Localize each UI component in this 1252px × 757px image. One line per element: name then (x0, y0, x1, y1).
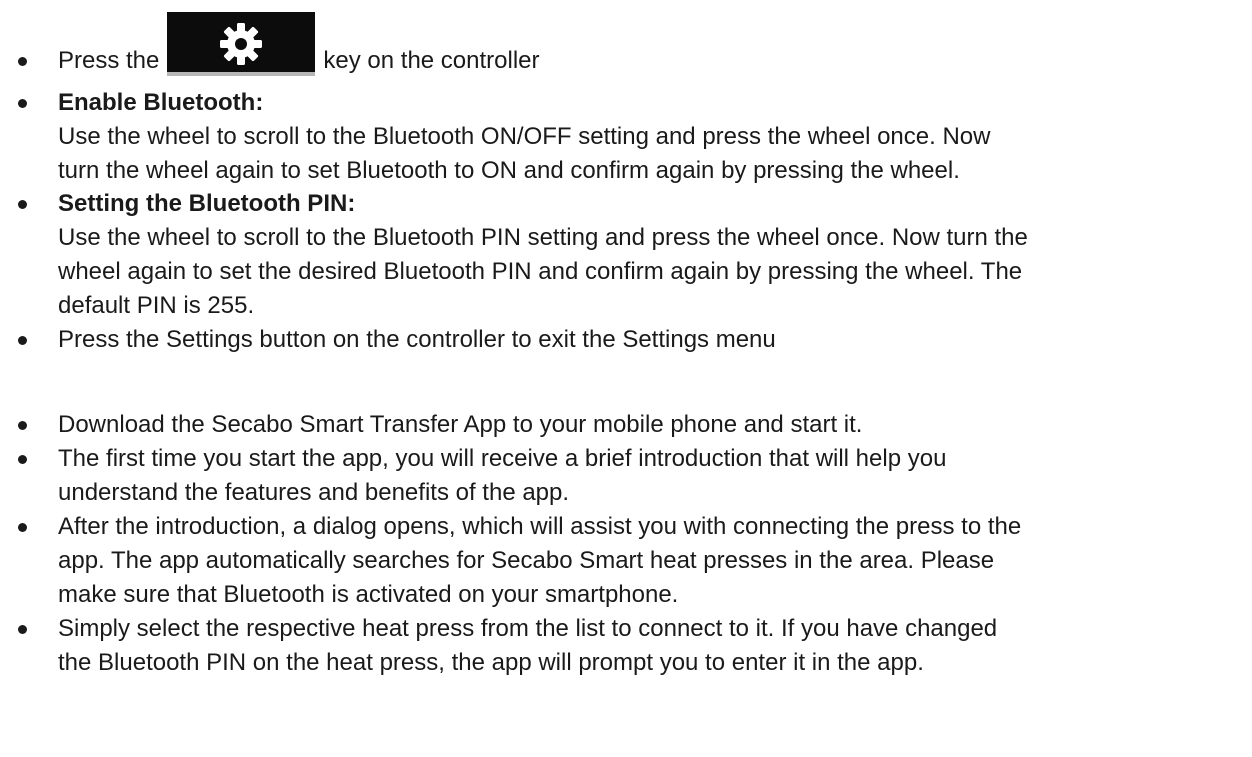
bullet (18, 57, 27, 66)
section-heading: Enable Bluetooth: (58, 89, 264, 116)
list-item-text: After the introduction, a dialog opens, … (58, 510, 1248, 612)
paragraph-line: Use the wheel to scroll to the Bluetooth… (58, 224, 1028, 251)
bullet (18, 200, 27, 209)
list-item-text: Simply select the respective heat press … (58, 612, 1248, 680)
paragraph-line: understand the features and benefits of … (58, 479, 570, 506)
bullet (18, 455, 27, 464)
paragraph-line: Use the wheel to scroll to the Bluetooth… (58, 123, 991, 150)
paragraph-line: wheel again to set the desired Bluetooth… (58, 258, 1023, 285)
press-the-label: Press the (58, 47, 160, 74)
paragraph-line: the Bluetooth PIN on the heat press, the… (58, 649, 924, 676)
list-item-text: Setting the Bluetooth PIN: Use the wheel… (58, 187, 1248, 323)
paragraph-line: app. The app automatically searches for … (58, 547, 995, 574)
bullet (18, 99, 27, 108)
bullet (18, 336, 27, 345)
key-on-controller-label: key on the controller (323, 47, 540, 74)
paragraph-line: Press the Settings button on the control… (58, 326, 776, 353)
paragraph-line: make sure that Bluetooth is activated on… (58, 581, 679, 608)
settings-key-image (167, 12, 316, 76)
section-heading: Setting the Bluetooth PIN: (58, 190, 356, 217)
bullet (18, 523, 27, 532)
paragraph-line: Simply select the respective heat press … (58, 615, 998, 642)
bullet (18, 625, 27, 634)
list-item-text: The first time you start the app, you wi… (58, 442, 1248, 510)
list-item-text: Enable Bluetooth: Use the wheel to scrol… (58, 86, 1248, 188)
paragraph-line: Download the Secabo Smart Transfer App t… (58, 411, 863, 438)
gear-icon (220, 23, 263, 65)
list-item-text: Press the Settings button on the control… (58, 323, 1248, 357)
list-item-text: Download the Secabo Smart Transfer App t… (58, 408, 1248, 442)
paragraph-line: The first time you start the app, you wi… (58, 445, 947, 472)
paragraph-line: default PIN is 255. (58, 292, 255, 319)
paragraph-line: turn the wheel again to set Bluetooth to… (58, 157, 960, 184)
paragraph-line: After the introduction, a dialog opens, … (58, 513, 1022, 540)
bullet (18, 421, 27, 430)
